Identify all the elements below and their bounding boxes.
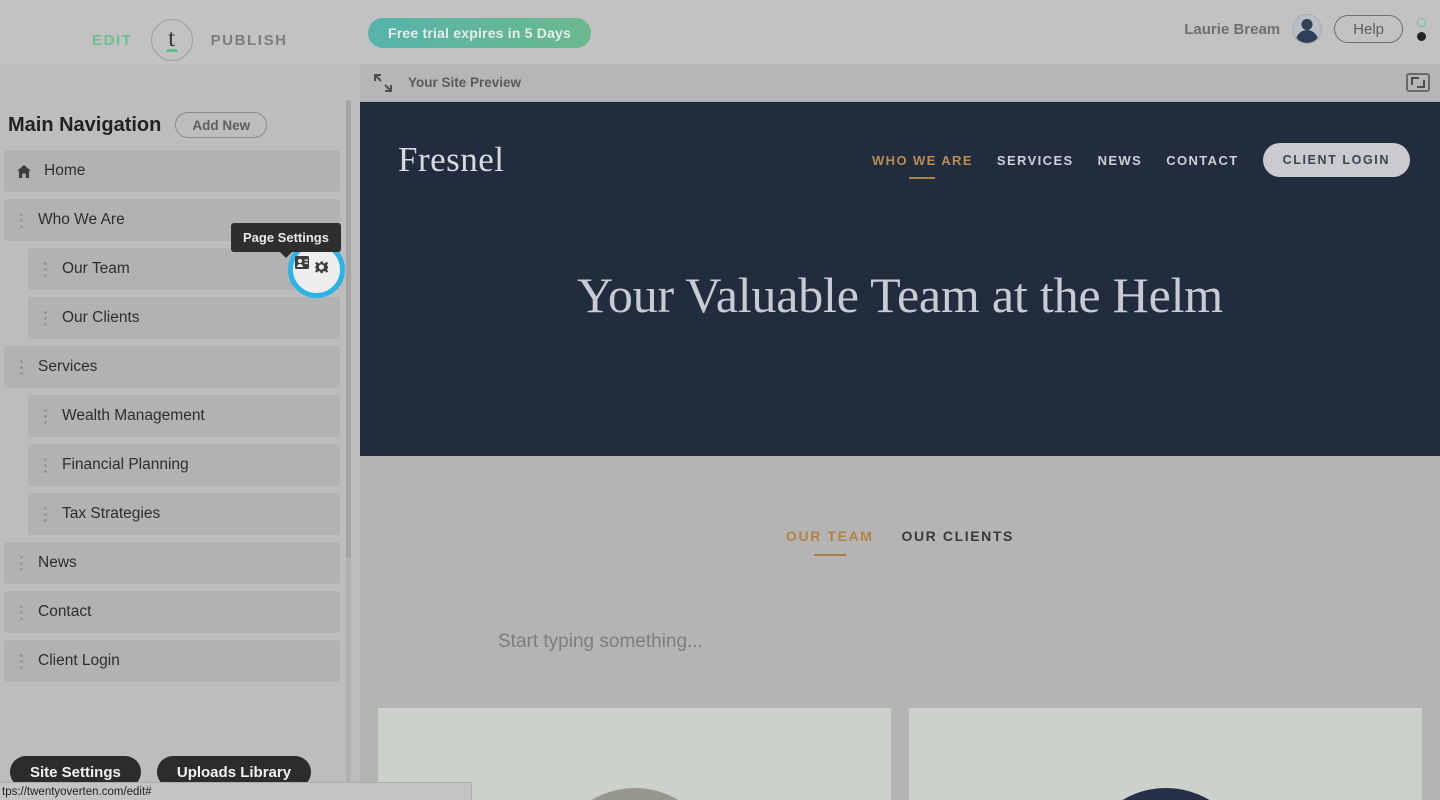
fullscreen-icon[interactable]: [1406, 73, 1430, 92]
client-login-button[interactable]: CLIENT LOGIN: [1262, 143, 1410, 177]
status-ring-icon: [1417, 17, 1426, 27]
sidebar: Main Navigation Add New Home Who We Are …: [0, 64, 360, 800]
sidebar-item-label: Our Clients: [62, 309, 140, 326]
site-preview-frame: Fresnel WHO WE ARE SERVICES NEWS CONTACT…: [360, 102, 1440, 800]
site-nav-services[interactable]: SERVICES: [997, 153, 1074, 168]
site-nav-who-we-are[interactable]: WHO WE ARE: [872, 153, 973, 168]
top-bar: EDIT t PUBLISH Free trial expires in 5 D…: [0, 0, 1440, 64]
sidebar-item-our-clients[interactable]: Our Clients: [28, 297, 340, 339]
sidebar-item-label: News: [38, 554, 77, 571]
team-card-grid: [360, 708, 1440, 800]
collapse-arrows-icon[interactable]: [372, 72, 394, 94]
drag-handle-icon[interactable]: [38, 408, 52, 424]
site-nav-links: WHO WE ARE SERVICES NEWS CONTACT CLIENT …: [872, 143, 1440, 177]
drag-handle-icon[interactable]: [14, 555, 28, 571]
sidebar-item-label: Client Login: [38, 652, 120, 669]
team-photo-silhouette: [549, 788, 720, 800]
site-navbar: Fresnel WHO WE ARE SERVICES NEWS CONTACT…: [360, 132, 1440, 188]
sidebar-item-client-login[interactable]: Client Login: [4, 640, 340, 682]
sidebar-item-label: Financial Planning: [62, 456, 189, 473]
sidebar-item-label: Tax Strategies: [62, 505, 161, 522]
mode-switcher: EDIT t PUBLISH: [92, 19, 288, 61]
drag-handle-icon[interactable]: [38, 457, 52, 473]
hero-heading: Your Valuable Team at the Helm: [577, 267, 1223, 323]
team-member-card[interactable]: [909, 708, 1422, 800]
tooltip-page-settings: Page Settings: [231, 223, 341, 252]
browser-status-bar: tps://twentyoverten.com/edit#: [0, 782, 472, 800]
sidebar-item-home[interactable]: Home: [4, 150, 340, 192]
home-icon: [16, 164, 34, 179]
drag-handle-icon[interactable]: [14, 212, 28, 228]
site-logo[interactable]: Fresnel: [398, 140, 505, 180]
drag-handle-icon[interactable]: [14, 653, 28, 669]
user-area: Laurie Bream Help: [1184, 14, 1426, 44]
sidebar-item-label: Services: [38, 358, 98, 375]
preview-panel: Your Site Preview Fresnel WHO WE ARE SER…: [360, 64, 1440, 800]
site-nav-contact[interactable]: CONTACT: [1166, 153, 1238, 168]
preview-toolbar: Your Site Preview: [360, 64, 1440, 102]
sidebar-item-financial-planning[interactable]: Financial Planning: [28, 444, 340, 486]
site-nav-news[interactable]: NEWS: [1098, 153, 1143, 168]
site-body: OUR TEAM OUR CLIENTS Start typing someth…: [360, 456, 1440, 800]
add-new-button[interactable]: Add New: [175, 112, 268, 138]
sidebar-item-wealth-management[interactable]: Wealth Management: [28, 395, 340, 437]
avatar[interactable]: [1292, 14, 1323, 44]
sidebar-item-tax-strategies[interactable]: Tax Strategies: [28, 493, 340, 535]
sidebar-item-label: Wealth Management: [62, 407, 205, 424]
edit-mode-button[interactable]: EDIT: [92, 32, 133, 49]
publish-mode-button[interactable]: PUBLISH: [211, 32, 288, 49]
navigation-header: Main Navigation Add New: [8, 112, 268, 138]
logo-letter: t: [168, 24, 176, 52]
user-name-label: Laurie Bream: [1184, 20, 1281, 38]
site-hero: Fresnel WHO WE ARE SERVICES NEWS CONTACT…: [360, 102, 1440, 456]
preview-title: Your Site Preview: [408, 75, 522, 90]
help-button[interactable]: Help: [1334, 15, 1403, 43]
sidebar-scrollbar-thumb[interactable]: [346, 100, 351, 558]
sidebar-item-label: Our Team: [62, 260, 130, 277]
drag-handle-icon[interactable]: [38, 310, 52, 326]
team-photo-silhouette: [1080, 788, 1251, 800]
status-url: tps://twentyoverten.com/edit#: [2, 785, 152, 798]
drag-handle-icon[interactable]: [38, 506, 52, 522]
sidebar-item-news[interactable]: News: [4, 542, 340, 584]
avatar-head-icon: [1301, 19, 1313, 30]
avatar-body-icon: [1296, 30, 1319, 43]
subtab-our-team[interactable]: OUR TEAM: [786, 528, 873, 544]
sidebar-item-services[interactable]: Services: [4, 346, 340, 388]
trial-banner[interactable]: Free trial expires in 5 Days: [368, 18, 592, 48]
section-subtabs: OUR TEAM OUR CLIENTS: [360, 528, 1440, 544]
app-root: EDIT t PUBLISH Free trial expires in 5 D…: [0, 0, 1440, 800]
sidebar-item-label: Contact: [38, 603, 92, 620]
drag-handle-icon[interactable]: [14, 604, 28, 620]
sidebar-item-label: Home: [44, 162, 86, 179]
sidebar-item-label: Who We Are: [38, 211, 125, 228]
app-logo[interactable]: t: [150, 19, 193, 61]
drag-handle-icon[interactable]: [14, 359, 28, 375]
drag-handle-icon[interactable]: [38, 261, 52, 277]
sidebar-item-contact[interactable]: Contact: [4, 591, 340, 633]
page-title: Main Navigation: [8, 113, 162, 136]
status-indicators[interactable]: [1417, 17, 1426, 41]
editor-placeholder[interactable]: Start typing something...: [498, 631, 703, 653]
logo-underline-icon: [166, 49, 178, 52]
subtab-our-clients[interactable]: OUR CLIENTS: [901, 528, 1014, 544]
status-dot-icon: [1417, 31, 1426, 41]
